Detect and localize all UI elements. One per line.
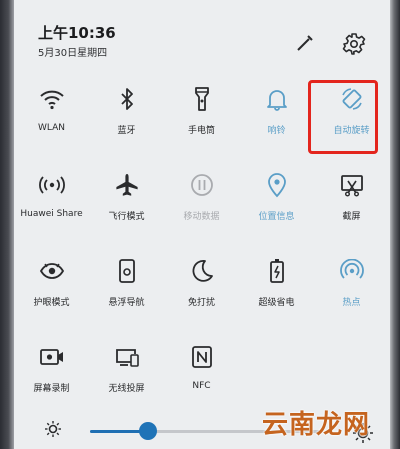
hotspot-icon (338, 257, 366, 285)
tile-label: 护眼模式 (33, 298, 70, 308)
tile-label: 飞行模式 (108, 212, 145, 222)
tile-label: 位置信息 (258, 212, 295, 222)
tile-bluetooth[interactable]: 蓝牙 (89, 75, 164, 155)
tile-super-power-saving[interactable]: 超级省电 (239, 247, 314, 327)
tile-label: WLAN (37, 123, 65, 133)
settings-button[interactable] (340, 30, 368, 58)
floating-nav-icon (113, 257, 141, 285)
tile-hotspot[interactable]: 热点 (314, 247, 389, 327)
tile-label: 悬浮导航 (108, 298, 145, 308)
tile-do-not-disturb[interactable]: 免打扰 (164, 247, 239, 327)
status-date: 5月30日星期四 (38, 48, 108, 59)
tile-label: 屏幕录制 (33, 384, 70, 394)
tile-label: 超级省电 (258, 298, 295, 308)
brightness-slider-thumb[interactable] (139, 422, 157, 440)
tile-huawei-share[interactable]: Huawei Share (14, 161, 89, 241)
moon-icon (188, 257, 216, 285)
brightness-low-icon (44, 420, 62, 442)
huawei-share-icon (38, 171, 66, 199)
tile-screenshot[interactable]: 截屏 (314, 161, 389, 241)
edit-button[interactable] (290, 30, 318, 58)
wifi-icon (38, 85, 66, 113)
tile-wlan[interactable]: WLAN (14, 75, 89, 155)
bell-icon (263, 85, 291, 113)
tile-wireless-projection[interactable]: 无线投屏 (89, 333, 164, 413)
auto-rotate-highlight-box (308, 80, 378, 154)
gear-icon (342, 33, 366, 55)
flashlight-icon (188, 85, 216, 113)
nfc-icon (188, 343, 216, 371)
screenshot-icon (338, 171, 366, 199)
battery-icon (263, 257, 291, 285)
tile-ringer[interactable]: 响铃 (239, 75, 314, 155)
tile-flashlight[interactable]: 手电筒 (164, 75, 239, 155)
tile-eye-comfort[interactable]: 护眼模式 (14, 247, 89, 327)
tile-mobile-data[interactable]: 移动数据 (164, 161, 239, 241)
tile-label: 移动数据 (183, 212, 220, 222)
status-time: 上午10:36 (38, 24, 116, 42)
tile-airplane-mode[interactable]: 飞行模式 (89, 161, 164, 241)
location-icon (263, 171, 291, 199)
tile-nfc[interactable]: NFC (164, 333, 239, 413)
quick-settings-panel: 上午10:36 5月30日星期四 WLAN 蓝牙 手电筒 响铃 自动旋转 Hua… (14, 0, 390, 449)
pencil-icon (297, 35, 313, 51)
device-frame-left (0, 0, 14, 449)
tile-screen-record[interactable]: 屏幕录制 (14, 333, 89, 413)
eye-icon (38, 257, 66, 285)
bluetooth-icon (113, 85, 141, 113)
tile-label: 蓝牙 (117, 126, 136, 136)
watermark-logo: 云南龙网 (262, 410, 371, 440)
tile-label: 热点 (342, 298, 361, 308)
tile-label: 响铃 (267, 126, 286, 136)
tile-label: 手电筒 (187, 126, 215, 136)
tile-label: 免打扰 (187, 298, 215, 308)
tile-label: 截屏 (342, 212, 361, 222)
mobile-data-icon (188, 171, 216, 199)
tile-label: NFC (192, 381, 211, 391)
tile-floating-nav[interactable]: 悬浮导航 (89, 247, 164, 327)
airplane-icon (113, 171, 141, 199)
tile-location[interactable]: 位置信息 (239, 161, 314, 241)
device-frame-right (390, 0, 400, 449)
tile-label: Huawei Share (20, 209, 83, 219)
wireless-projection-icon (113, 343, 141, 371)
tile-label: 无线投屏 (108, 384, 145, 394)
screen-record-icon (38, 343, 66, 371)
